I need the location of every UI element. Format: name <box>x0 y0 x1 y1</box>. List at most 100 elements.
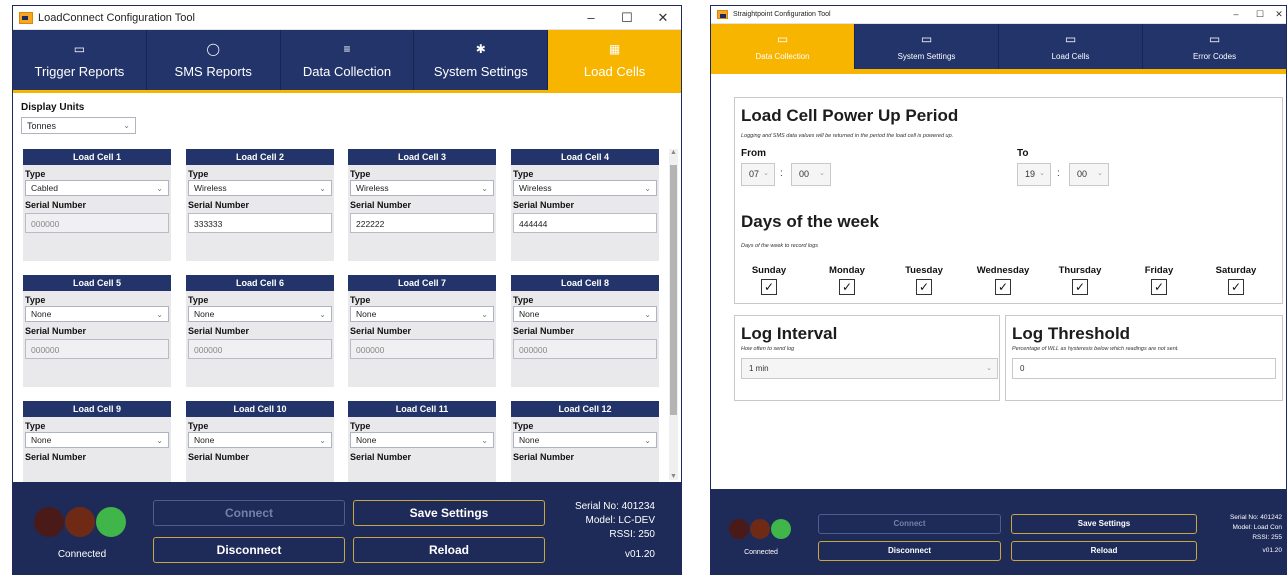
tab-label: Error Codes <box>1192 52 1237 61</box>
model: Model: LC-DEV <box>585 515 655 526</box>
tab-data-collection[interactable]: ≡ Data Collection <box>281 30 415 90</box>
serial-number-input[interactable]: 000000 <box>188 339 332 359</box>
status-light-red <box>729 519 749 539</box>
from-hour-select[interactable]: 07 ⌄ <box>741 163 775 186</box>
power-up-period-panel: Load Cell Power Up Period Logging and SM… <box>734 97 1283 304</box>
minimize-icon[interactable]: – <box>573 10 609 26</box>
disconnect-button[interactable]: Disconnect <box>153 537 345 563</box>
select-value: None <box>194 309 215 319</box>
to-minute-select[interactable]: 00 ⌄ <box>1069 163 1109 186</box>
power-up-title: Load Cell Power Up Period <box>741 106 959 125</box>
type-select[interactable]: Wireless ⌄ <box>350 180 494 196</box>
load-cell-card: Load Cell 4 Type Wireless ⌄ Serial Number 444… <box>511 149 659 261</box>
tab-bar: ▭ Trigger Reports ◯ SMS Reports ≡ Data Coll… <box>13 30 681 90</box>
type-select[interactable]: None ⌄ <box>513 432 657 448</box>
tab-label: Load Cells <box>1051 52 1090 61</box>
serial-number: Serial No: 401234 <box>574 501 655 512</box>
day-checkbox[interactable]: ✓ <box>839 279 855 295</box>
serial-number-input[interactable]: 000000 <box>25 213 169 233</box>
select-value: 1 min <box>749 364 769 373</box>
close-icon[interactable]: ✕ <box>1272 9 1286 20</box>
tab-system-settings[interactable]: ✱ System Settings <box>414 30 549 90</box>
day-checkbox[interactable]: ✓ <box>995 279 1011 295</box>
load-cell-header: Load Cell 8 <box>511 275 659 291</box>
load-cell-card: Load Cell 2 Type Wireless ⌄ Serial Number 333… <box>186 149 334 261</box>
tab-data-collection[interactable]: ▭ Data Collection <box>711 24 855 69</box>
log-interval-subtitle: How often to send log <box>741 346 795 352</box>
disconnect-button[interactable]: Disconnect <box>818 541 1001 561</box>
load-cell-header: Load Cell 9 <box>23 401 171 417</box>
save-settings-button[interactable]: Save Settings <box>1011 514 1197 534</box>
tab-sms-reports[interactable]: ◯ SMS Reports <box>147 30 281 90</box>
display-units-select[interactable]: Tonnes ⌄ <box>21 117 136 134</box>
type-select[interactable]: None ⌄ <box>513 306 657 322</box>
tab-load-cells[interactable]: ▦ Load Cells <box>548 30 681 90</box>
day-checkbox[interactable]: ✓ <box>1072 279 1088 295</box>
connection-status: Connected <box>57 549 107 560</box>
minimize-icon[interactable]: – <box>1224 9 1248 20</box>
serial-number-input[interactable]: 444444 <box>513 213 657 233</box>
title-bar: Straightpoint Configuration Tool – ☐ ✕ <box>711 6 1286 24</box>
maximize-icon[interactable]: ☐ <box>1248 9 1272 20</box>
tab-load-cells[interactable]: ▭ Load Cells <box>999 24 1143 69</box>
load-cell-header: Load Cell 11 <box>348 401 496 417</box>
select-value: None <box>356 435 377 445</box>
day-checkbox[interactable]: ✓ <box>916 279 932 295</box>
close-icon[interactable]: ✕ <box>645 10 681 26</box>
chevron-down-icon: ⌄ <box>123 121 130 130</box>
serial-number-input[interactable]: 000000 <box>513 339 657 359</box>
scrollbar[interactable]: ▲ ▼ <box>669 149 678 480</box>
day-checkbox[interactable]: ✓ <box>1228 279 1244 295</box>
chevron-down-icon: ⌄ <box>481 183 488 193</box>
connect-button[interactable]: Connect <box>818 514 1001 534</box>
gear-icon: ✱ <box>475 41 486 56</box>
tab-bar: ▭ Data Collection ▭ System Settings ▭ Load … <box>711 24 1286 69</box>
day-label: Thursday <box>1058 265 1102 276</box>
type-select[interactable]: None ⌄ <box>25 432 169 448</box>
maximize-icon[interactable]: ☐ <box>609 10 645 26</box>
type-select[interactable]: Wireless ⌄ <box>513 180 657 196</box>
day-checkbox[interactable]: ✓ <box>761 279 777 295</box>
tab-label: Data Collection <box>302 63 392 79</box>
scroll-up-icon[interactable]: ▲ <box>669 149 678 156</box>
connect-button[interactable]: Connect <box>153 500 345 526</box>
serial-number-input[interactable]: 000000 <box>25 339 169 359</box>
select-value: None <box>194 435 215 445</box>
window-title: LoadConnect Configuration Tool <box>38 11 195 24</box>
accent-strip <box>711 69 1286 74</box>
type-select[interactable]: None ⌄ <box>188 306 332 322</box>
load-cell-header: Load Cell 2 <box>186 149 334 165</box>
type-select[interactable]: None ⌄ <box>25 306 169 322</box>
days-subtitle: Days of the week to record logs <box>741 243 819 249</box>
tab-trigger-reports[interactable]: ▭ Trigger Reports <box>13 30 147 90</box>
scrollbar-thumb[interactable] <box>670 165 677 415</box>
save-settings-button[interactable]: Save Settings <box>353 500 545 526</box>
log-threshold-input[interactable]: 0 <box>1012 358 1276 379</box>
log-interval-select[interactable]: 1 min ⌄ <box>741 358 998 379</box>
chevron-down-icon: ⌄ <box>481 309 488 319</box>
power-up-subtitle: Logging and SMS data values will be retu… <box>741 133 954 139</box>
scroll-down-icon[interactable]: ▼ <box>669 473 678 480</box>
select-value: 19 <box>1025 169 1036 179</box>
serial-number-input[interactable]: 333333 <box>188 213 332 233</box>
serial-number-label: Serial Number <box>25 200 87 210</box>
from-minute-select[interactable]: 00 ⌄ <box>791 163 831 186</box>
type-select[interactable]: Cabled ⌄ <box>25 180 169 196</box>
time-separator: : <box>780 168 783 179</box>
type-select[interactable]: Wireless ⌄ <box>188 180 332 196</box>
day-checkbox[interactable]: ✓ <box>1151 279 1167 295</box>
serial-number-input[interactable]: 000000 <box>350 339 494 359</box>
tab-system-settings[interactable]: ▭ System Settings <box>855 24 999 69</box>
tab-error-codes[interactable]: ▭ Error Codes <box>1143 24 1286 69</box>
type-select[interactable]: None ⌄ <box>350 432 494 448</box>
log-threshold-subtitle: Percentage of WLL as hysteresis below wh… <box>1012 346 1179 352</box>
load-cell-card: Load Cell 3 Type Wireless ⌄ Serial Number 222… <box>348 149 496 261</box>
reload-button[interactable]: Reload <box>353 537 545 563</box>
type-select[interactable]: None ⌄ <box>350 306 494 322</box>
to-hour-select[interactable]: 19 ⌄ <box>1017 163 1051 186</box>
serial-number-label: Serial Number <box>513 326 575 336</box>
type-select[interactable]: None ⌄ <box>188 432 332 448</box>
type-label: Type <box>513 169 534 179</box>
reload-button[interactable]: Reload <box>1011 541 1197 561</box>
serial-number-input[interactable]: 222222 <box>350 213 494 233</box>
